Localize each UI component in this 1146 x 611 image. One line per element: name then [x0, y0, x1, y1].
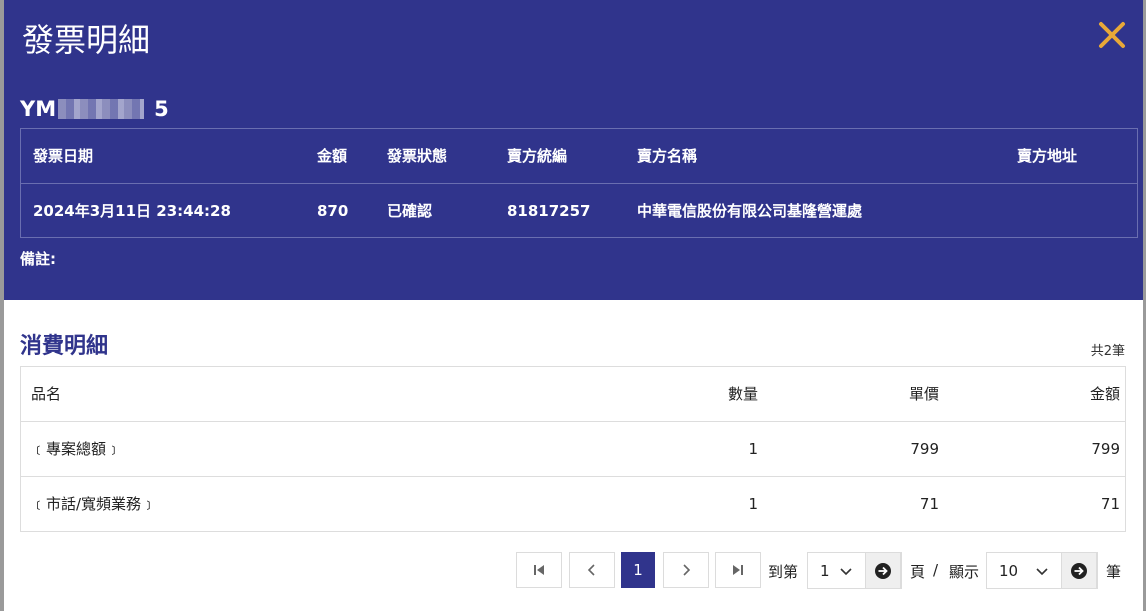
item-name: ﹝專案總額﹞ — [31, 440, 122, 458]
page-select-value: 1 — [820, 562, 830, 580]
chevron-right-icon — [683, 564, 691, 576]
item-unit-price: 799 — [910, 440, 939, 458]
invoice-summary-row: 2024年3月11日 23:44:28 870 已確認 81817257 中華電… — [21, 184, 1137, 239]
invoice-header: 發票明細 YM 5 發票日期 金額 發票狀態 賣方統編 賣方名稱 賣方地址 202… — [4, 0, 1143, 300]
first-page-button[interactable] — [516, 552, 562, 588]
header-invoice-status: 發票狀態 — [387, 147, 448, 165]
last-page-button[interactable] — [715, 552, 761, 588]
invoice-number-prefix: YM — [20, 97, 57, 121]
page-size-value: 10 — [999, 562, 1019, 580]
header-seller-tax-id: 賣方統編 — [507, 147, 568, 165]
page-select[interactable]: 1 — [807, 552, 902, 589]
invoice-amount: 870 — [317, 202, 349, 220]
chevron-down-icon — [1036, 568, 1048, 576]
table-row: ﹝專案總額﹞ 1 799 799 — [21, 422, 1125, 477]
page-size-go-button[interactable] — [1061, 552, 1097, 589]
item-unit-price: 71 — [919, 495, 939, 513]
invoice-number: YM 5 — [20, 96, 169, 122]
first-page-icon — [534, 565, 544, 575]
details-header-row: 品名 數量 單價 金額 — [21, 367, 1125, 422]
invoice-summary-header-row: 發票日期 金額 發票狀態 賣方統編 賣方名稱 賣方地址 — [21, 129, 1137, 184]
page-size-select[interactable]: 10 — [986, 552, 1098, 589]
item-quantity: 1 — [748, 440, 758, 458]
goto-label: 到第 — [768, 563, 799, 581]
header-item-name: 品名 — [31, 385, 62, 403]
header-unit-price: 單價 — [908, 385, 939, 403]
header-seller-address: 賣方地址 — [1017, 147, 1078, 165]
page-button-current[interactable]: 1 — [621, 552, 655, 588]
item-amount: 71 — [1100, 495, 1120, 513]
invoice-detail-modal: 發票明細 YM 5 發票日期 金額 發票狀態 賣方統編 賣方名稱 賣方地址 202… — [4, 0, 1143, 611]
seller-name: 中華電信股份有限公司基隆營運處 — [637, 202, 863, 220]
next-page-button[interactable] — [663, 552, 709, 588]
header-amount: 金額 — [317, 147, 348, 165]
header-item-amount: 金額 — [1089, 385, 1120, 403]
remark-label: 備註: — [20, 250, 56, 268]
arrow-right-circle-icon — [1071, 562, 1087, 579]
header-invoice-date: 發票日期 — [33, 147, 94, 165]
table-row: ﹝市話/寬頻業務﹞ 1 71 71 — [21, 477, 1125, 532]
invoice-number-redaction — [58, 99, 144, 119]
close-button[interactable] — [1097, 20, 1127, 50]
details-title: 消費明細 — [20, 334, 109, 359]
invoice-number-suffix: 5 — [154, 97, 169, 121]
invoice-summary-table: 發票日期 金額 發票狀態 賣方統編 賣方名稱 賣方地址 2024年3月11日 2… — [20, 128, 1138, 238]
separator: / — [933, 561, 939, 579]
close-icon — [1099, 22, 1125, 48]
records-label: 筆 — [1106, 563, 1122, 581]
chevron-down-icon — [840, 568, 852, 576]
seller-tax-id: 81817257 — [507, 202, 591, 220]
item-name: ﹝市話/寬頻業務﹞ — [31, 495, 157, 513]
current-page-number: 1 — [633, 561, 643, 579]
pagination: 1 到第 1 頁 / 顯示 10 筆 — [4, 551, 1143, 591]
item-quantity: 1 — [748, 495, 758, 513]
show-label: 顯示 — [949, 563, 980, 581]
chevron-left-icon — [587, 564, 595, 576]
header-seller-name: 賣方名稱 — [637, 147, 698, 165]
arrow-right-circle-icon — [875, 562, 891, 579]
modal-title: 發票明細 — [22, 21, 151, 59]
invoice-status: 已確認 — [387, 202, 433, 220]
details-table: 品名 數量 單價 金額 ﹝專案總額﹞ 1 799 799 ﹝市話/寬頻業務﹞ 1… — [20, 366, 1126, 532]
page-go-button[interactable] — [865, 552, 901, 589]
prev-page-button[interactable] — [569, 552, 615, 588]
total-count: 共2筆 — [1090, 344, 1125, 359]
invoice-date: 2024年3月11日 23:44:28 — [33, 202, 231, 220]
page-label: 頁 — [910, 563, 926, 581]
header-quantity: 數量 — [727, 385, 758, 403]
last-page-icon — [733, 565, 743, 575]
item-amount: 799 — [1091, 440, 1120, 458]
